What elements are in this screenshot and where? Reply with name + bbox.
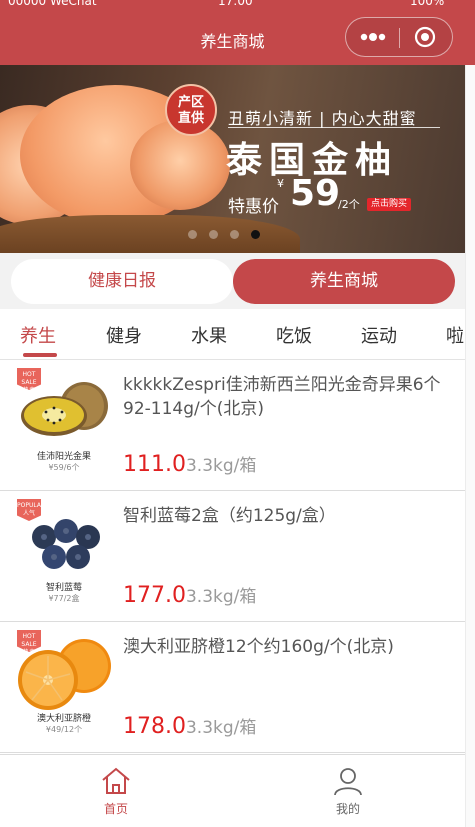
product-unit: 3.3kg/箱 — [185, 456, 257, 476]
status-carrier: 00000 WeChat — [8, 0, 97, 8]
thumb-price: ¥77/2盒 — [48, 594, 80, 603]
price-row: 177.03.3kg/箱 — [123, 582, 256, 608]
carousel-dot[interactable] — [230, 230, 239, 239]
product-price: 178.0 — [123, 714, 186, 739]
thumb-name: 澳大利亚脐橙 — [36, 714, 91, 724]
product-price: 111.0 — [123, 452, 186, 477]
promo-currency: ¥ — [277, 177, 284, 190]
segment-toggle: 健康日报 养生商城 — [0, 253, 465, 309]
buy-now-button[interactable]: 点击购买 — [367, 198, 412, 211]
tab-more[interactable]: 啦啦 — [446, 322, 465, 348]
price-row: 178.03.3kg/箱 — [123, 713, 256, 739]
banner-divider — [228, 127, 440, 128]
product-item[interactable]: POPULAR 人气 智利蓝莓 ¥77/2盒 智利蓝莓2盒（约125g/盒） 17… — [0, 491, 465, 622]
capsule-divider — [399, 28, 400, 48]
user-icon — [334, 768, 362, 796]
status-time: 17:00 — [218, 0, 253, 8]
product-unit: 3.3kg/箱 — [185, 718, 257, 738]
thumb-name: 佳沛阳光金果 — [36, 452, 91, 462]
tabbar-home-label: 首页 — [103, 802, 128, 816]
promo-label: 特惠价 — [228, 197, 279, 217]
target-circle-icon[interactable] — [414, 26, 436, 48]
status-battery: 100% — [410, 0, 445, 8]
promo-unit: /2个 — [338, 198, 360, 211]
tab-fruit[interactable]: 水果 — [191, 322, 227, 348]
product-thumbnail: HOT SALE 热卖 佳沛阳光金果 ¥59/6个 — [14, 368, 114, 472]
badge-line-2: 直供 — [177, 111, 204, 126]
thumb-price: ¥59/6个 — [48, 463, 80, 472]
tab-fitness[interactable]: 健身 — [106, 322, 142, 348]
carousel-dot-active[interactable] — [251, 230, 260, 239]
tab-meals[interactable]: 吃饭 — [276, 322, 312, 348]
home-icon — [102, 767, 130, 794]
promo-price: 59 — [290, 173, 341, 214]
badge-line-1: 产区 — [177, 95, 204, 110]
product-price: 177.0 — [123, 583, 186, 608]
tab-exercise[interactable]: 运动 — [361, 322, 397, 348]
toggle-health-mall[interactable]: 养生商城 — [233, 259, 455, 304]
product-title: 澳大利亚脐橙12个约160g/个(北京) — [123, 637, 394, 657]
product-title: 智利蓝莓2盒（约125g/盒） — [123, 506, 336, 526]
tabbar-home[interactable]: 首页 — [0, 755, 232, 827]
active-tab-indicator — [23, 353, 57, 357]
page-scrollbar[interactable] — [465, 65, 475, 827]
more-dots-icon[interactable] — [358, 29, 388, 45]
price-row: 111.03.3kg/箱 — [123, 451, 256, 477]
mini-program-capsule — [345, 17, 453, 57]
product-thumbnail: HOT SALE 热卖 澳大利亚脐橙 ¥49/12个 — [14, 630, 114, 734]
thumb-price: ¥49/12个 — [45, 725, 83, 734]
thumb-name: 智利蓝莓 — [45, 583, 82, 593]
carousel-dot[interactable] — [188, 230, 197, 239]
top-bar: 00000 WeChat 17:00 100% 养生商城 — [0, 0, 475, 65]
toggle-health-daily[interactable]: 健康日报 — [11, 259, 233, 304]
tabbar-profile[interactable]: 我的 — [232, 755, 464, 827]
carousel-dot[interactable] — [209, 230, 218, 239]
product-thumbnail: POPULAR 人气 智利蓝莓 ¥77/2盒 — [14, 499, 114, 603]
origin-badge: 产区 直供 — [165, 84, 217, 136]
promo-banner[interactable]: 产区 直供 丑萌小清新 | 内心大甜蜜 泰国金柚 特惠价 ¥ 59 /2个 点击… — [0, 65, 465, 253]
tabbar-profile-label: 我的 — [335, 802, 360, 816]
product-title: kkkkkZespri佳沛新西兰阳光金奇异果6个92-114g/个(北京) — [123, 375, 441, 419]
product-unit: 3.3kg/箱 — [185, 587, 257, 607]
product-item[interactable]: HOT SALE 热卖 佳沛阳光金果 ¥59/6个 kkkkkZespri佳沛新西… — [0, 360, 465, 491]
tab-yangsheng[interactable]: 养生 — [20, 322, 56, 348]
product-item[interactable]: HOT SALE 热卖 澳大利亚脐橙 ¥49/12个 澳大利亚脐橙12个约160g… — [0, 622, 465, 753]
bottom-tab-bar: 首页 我的 — [0, 754, 465, 827]
category-tabs: 养生 健身 水果 吃饭 运动 啦啦 — [0, 309, 465, 360]
banner-slogan: 丑萌小清新 | 内心大甜蜜 — [228, 109, 417, 128]
